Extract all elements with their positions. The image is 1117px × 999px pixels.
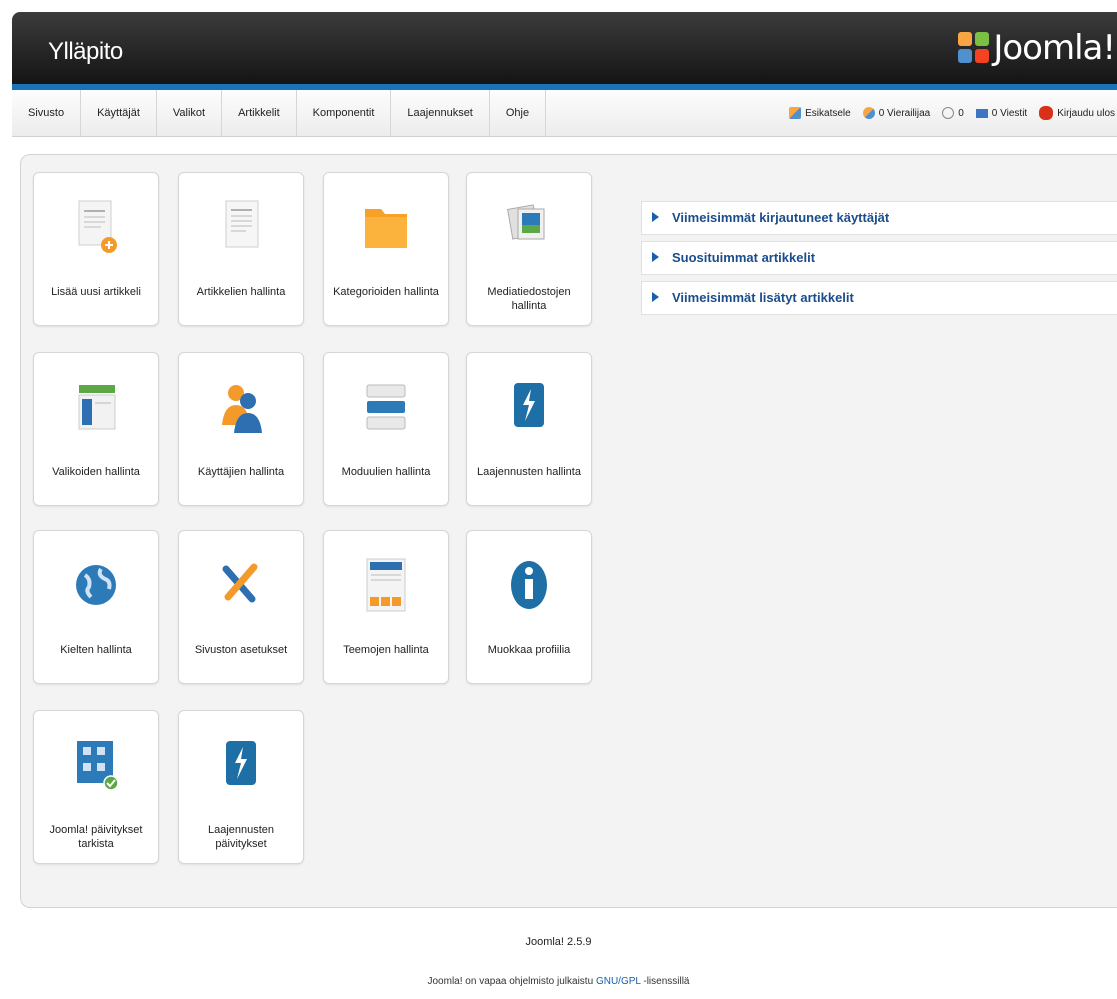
tile-module-manager-label: Moduulien hallinta	[341, 466, 431, 478]
status-bar: Esikatsele 0 Vierailijaa 0 0 Viestit Kir…	[777, 90, 1117, 136]
license-text: Joomla! on vapaa ohjelmisto julkaistu GN…	[0, 976, 1117, 987]
menu-help[interactable]: Ohje	[490, 90, 547, 136]
menubar: Sivusto Käyttäjät Valikot Artikkelit Kom…	[12, 90, 1117, 137]
add-article-icon	[78, 200, 117, 253]
status-admins-label: 0	[958, 107, 964, 119]
joomla-logo[interactable]: Joomla!	[957, 28, 1116, 68]
status-visitors[interactable]: 0 Vierailijaa	[862, 107, 931, 119]
tile-template-manager-label: Teemojen hallinta	[343, 644, 429, 656]
info-icon	[511, 561, 547, 609]
menu-components[interactable]: Komponentit	[297, 90, 392, 136]
tile-extension-update[interactable]: Laajennusten päivitykset	[178, 710, 304, 864]
tile-language-manager-label: Kielten hallinta	[60, 644, 132, 656]
tile-article-manager-label: Artikkelien hallinta	[196, 286, 286, 298]
tile-template-manager[interactable]: Teemojen hallinta	[323, 530, 449, 684]
preview-icon	[789, 107, 802, 119]
license-suffix: -lisenssillä	[643, 976, 690, 987]
visitors-icon	[862, 107, 875, 119]
panel-recent-label: Viimeisimmät lisätyt artikkelit	[672, 290, 854, 305]
status-messages[interactable]: 0 Viestit	[975, 107, 1028, 119]
tile-joomla-update[interactable]: Joomla! päivitykset tarkista	[33, 710, 159, 864]
admin-header: Ylläpito Joomla!	[12, 12, 1117, 84]
menu-icon	[78, 385, 116, 430]
panel-popular[interactable]: Suosituimmat artikkelit	[641, 241, 1117, 275]
tile-category-manager-label: Kategorioiden hallinta	[333, 286, 439, 298]
tile-extension-manager-label: Laajennusten hallinta	[477, 466, 581, 478]
tile-module-manager[interactable]: Moduulien hallinta	[323, 352, 449, 506]
joomla-logo-text: Joomla!	[993, 28, 1116, 68]
panel-popular-label: Suosituimmat artikkelit	[672, 250, 816, 265]
status-visitors-label: 0 Vierailijaa	[878, 107, 931, 119]
expand-arrow-icon	[652, 252, 659, 262]
logout-icon	[1039, 106, 1054, 120]
extensions-icon	[514, 383, 544, 427]
users-icon	[222, 385, 262, 433]
status-preview-label: Esikatsele	[805, 107, 851, 119]
extension-update-icon	[226, 741, 256, 785]
status-messages-label: 0 Viestit	[991, 107, 1028, 119]
status-preview[interactable]: Esikatsele	[789, 107, 851, 119]
menu-users[interactable]: Käyttäjät	[81, 90, 157, 136]
tile-menu-manager-label: Valikoiden hallinta	[52, 466, 140, 478]
media-icon	[507, 204, 545, 240]
panel-logged-in-label: Viimeisimmät kirjautuneet käyttäjät	[672, 210, 890, 225]
tile-global-config-label: Sivuston asetukset	[194, 644, 288, 656]
tile-global-config[interactable]: Sivuston asetukset	[178, 530, 304, 684]
messages-icon	[975, 108, 988, 118]
tile-user-manager-label: Käyttäjien hallinta	[197, 466, 285, 478]
tile-profile[interactable]: Muokkaa profiilia	[466, 530, 592, 684]
folder-icon	[365, 209, 407, 248]
panel-recent[interactable]: Viimeisimmät lisätyt artikkelit	[641, 281, 1117, 315]
tile-media-manager-label: Mediatiedostojen hallinta	[487, 286, 571, 312]
tile-media-manager[interactable]: Mediatiedostojen hallinta	[466, 172, 592, 326]
main-menu: Sivusto Käyttäjät Valikot Artikkelit Kom…	[12, 90, 547, 136]
template-icon	[366, 558, 406, 612]
tile-extension-manager[interactable]: Laajennusten hallinta	[466, 352, 592, 506]
status-logout[interactable]: Kirjaudu ulos	[1039, 106, 1115, 120]
license-prefix: Joomla! on vapaa ohjelmisto julkaistu	[427, 976, 594, 987]
modules-icon	[366, 384, 406, 430]
license-link[interactable]: GNU/GPL	[596, 976, 641, 987]
tile-add-article[interactable]: Lisää uusi artikkeli	[33, 172, 159, 326]
menu-menus[interactable]: Valikot	[157, 90, 223, 136]
status-admins[interactable]: 0	[942, 107, 964, 119]
language-icon	[76, 565, 116, 605]
expand-arrow-icon	[652, 212, 659, 222]
tile-category-manager[interactable]: Kategorioiden hallinta	[323, 172, 449, 326]
admins-icon	[942, 107, 955, 119]
tile-menu-manager[interactable]: Valikoiden hallinta	[33, 352, 159, 506]
panel-logged-in[interactable]: Viimeisimmät kirjautuneet käyttäjät	[641, 201, 1117, 235]
tile-add-article-label: Lisää uusi artikkeli	[51, 286, 141, 298]
menu-extensions[interactable]: Laajennukset	[391, 90, 490, 136]
joomla-logo-icon	[958, 32, 990, 63]
tile-profile-label: Muokkaa profiilia	[487, 644, 571, 656]
tile-extension-update-label: Laajennusten päivitykset	[207, 824, 275, 850]
article-icon	[225, 200, 259, 248]
menu-content[interactable]: Artikkelit	[222, 90, 297, 136]
tile-joomla-update-label: Joomla! päivitykset tarkista	[49, 824, 143, 850]
config-icon	[222, 563, 258, 603]
version-text: Joomla! 2.5.9	[525, 936, 592, 948]
control-panel: Lisää uusi artikkeli Artikkelien hallint…	[20, 154, 1117, 908]
status-logout-label: Kirjaudu ulos	[1057, 107, 1115, 119]
menu-site[interactable]: Sivusto	[12, 90, 82, 136]
tile-article-manager[interactable]: Artikkelien hallinta	[178, 172, 304, 326]
tile-language-manager[interactable]: Kielten hallinta	[33, 530, 159, 684]
joomla-update-icon	[77, 741, 119, 791]
expand-arrow-icon	[652, 292, 659, 302]
tile-user-manager[interactable]: Käyttäjien hallinta	[178, 352, 304, 506]
page-title: Ylläpito	[48, 38, 123, 65]
